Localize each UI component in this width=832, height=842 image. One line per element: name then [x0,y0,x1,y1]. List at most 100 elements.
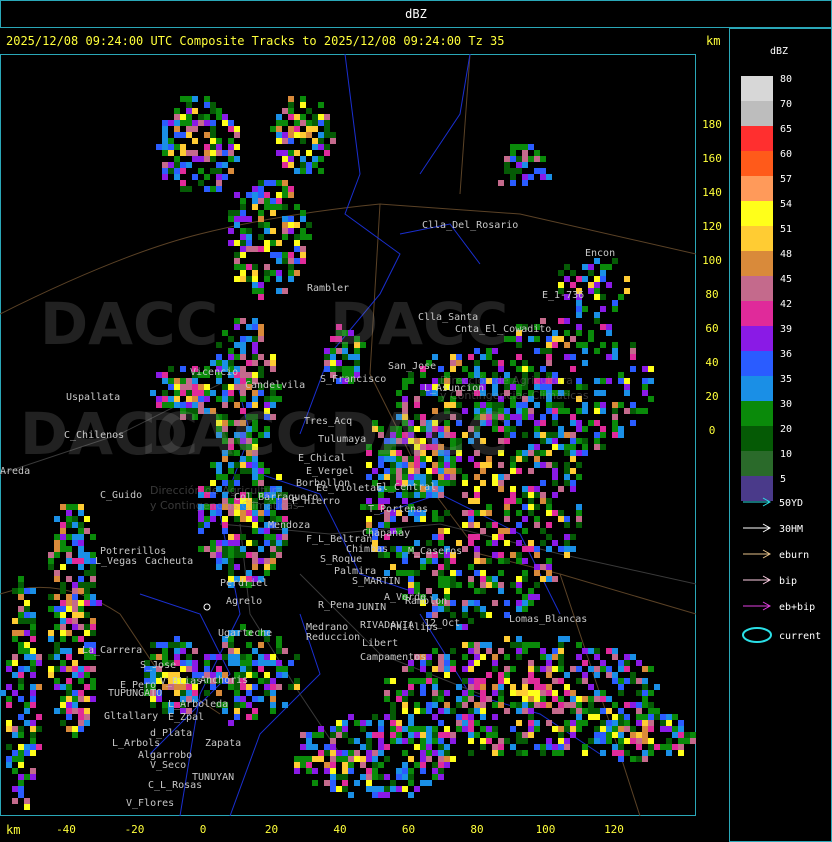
echo-cell [270,552,276,558]
echo-cell [498,672,504,678]
echo-cell [552,408,558,414]
echo-cell [528,714,534,720]
echo-cell [516,342,522,348]
echo-cell [408,774,414,780]
echo-cell [456,714,462,720]
echo-cell [252,468,258,474]
echo-cell [66,726,72,732]
echo-cell [600,324,606,330]
echo-cell [210,390,216,396]
echo-cell [474,534,480,540]
echo-cell [552,540,558,546]
echo-cell [576,276,582,282]
echo-cell [636,690,642,696]
echo-cell [312,732,318,738]
echo-cell [594,282,600,288]
echo-cell [6,666,12,672]
echo-cell [408,726,414,732]
echo-cell [576,678,582,684]
echo-cell [240,654,246,660]
echo-cell [414,732,420,738]
echo-cell [486,576,492,582]
echo-cell [276,114,282,120]
echo-cell [516,498,522,504]
echo-cell [60,708,66,714]
echo-cell [390,786,396,792]
echo-cell [510,462,516,468]
echo-cell [222,642,228,648]
echo-cell [600,696,606,702]
echo-cell [534,336,540,342]
echo-cell [12,786,18,792]
echo-cell [240,546,246,552]
echo-cell [498,480,504,486]
echo-cell [558,696,564,702]
echo-cell [648,666,654,672]
echo-cell [252,528,258,534]
echo-cell [588,420,594,426]
echo-cell [444,510,450,516]
place-label: Mendoza [268,520,311,531]
place-label: Vicencio [190,367,239,378]
echo-cell [276,138,282,144]
echo-cell [420,678,426,684]
echo-cell [192,108,198,114]
echo-cell [648,720,654,726]
echo-cell [378,726,384,732]
echo-cell [600,408,606,414]
echo-cell [504,474,510,480]
echo-cell [606,330,612,336]
x-tick-label: -40 [56,823,76,836]
echo-cell [198,522,204,528]
echo-cell [276,660,282,666]
echo-cell [408,690,414,696]
echo-cell [18,744,24,750]
echo-cell [162,126,168,132]
echo-cell [432,696,438,702]
echo-cell [258,192,264,198]
echo-cell [216,474,222,480]
echo-cell [282,192,288,198]
echo-cell [444,474,450,480]
echo-cell [522,492,528,498]
colorbar-swatch [741,376,773,401]
echo-cell [636,756,642,762]
echo-cell [474,648,480,654]
echo-cell [324,780,330,786]
echo-cell [78,726,84,732]
echo-cell [468,690,474,696]
echo-cell [48,606,54,612]
echo-cell [612,672,618,678]
echo-cell [180,132,186,138]
echo-cell [516,738,522,744]
echo-cell [150,702,156,708]
echo-cell [576,330,582,336]
echo-cell [18,750,24,756]
echo-cell [294,120,300,126]
echo-cell [672,744,678,750]
echo-cell [258,654,264,660]
arrow-right-icon [743,549,772,559]
echo-cell [258,336,264,342]
echo-cell [570,366,576,372]
echo-cell [282,672,288,678]
echo-cell [282,252,288,258]
echo-cell [24,618,30,624]
echo-cell [612,300,618,306]
echo-cell [294,678,300,684]
echo-cell [546,342,552,348]
echo-cell [66,534,72,540]
echo-cell [630,420,636,426]
echo-cell [228,144,234,150]
echo-cell [294,684,300,690]
colorbar-swatch [741,201,773,226]
echo-cell [246,240,252,246]
echo-cell [228,552,234,558]
echo-cell [600,666,606,672]
echo-cell [606,720,612,726]
echo-cell [252,354,258,360]
echo-cell [612,402,618,408]
echo-cell [174,390,180,396]
echo-cell [258,324,264,330]
echo-cell [222,150,228,156]
